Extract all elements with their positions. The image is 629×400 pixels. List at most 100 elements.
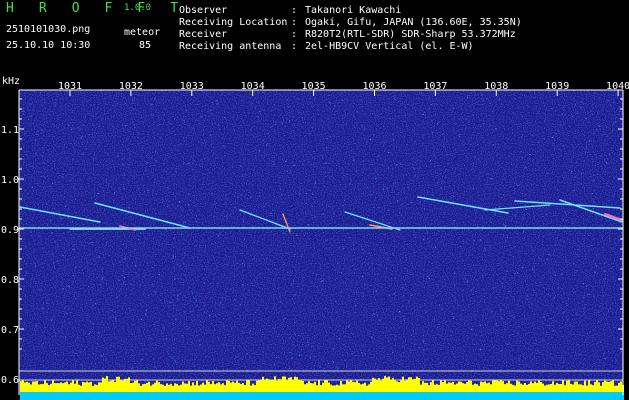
noise-speckle — [355, 299, 357, 300]
noise-speckle — [133, 268, 135, 270]
noise-speckle — [462, 260, 464, 262]
noise-speckle — [374, 199, 376, 201]
level-bar-base — [322, 392, 324, 400]
noise-speckle — [313, 246, 315, 248]
noise-speckle — [130, 111, 132, 113]
noise-speckle — [526, 209, 527, 210]
noise-speckle — [366, 286, 368, 288]
noise-speckle — [612, 123, 614, 125]
noise-speckle — [336, 337, 338, 339]
noise-speckle — [98, 256, 100, 258]
noise-speckle — [487, 261, 489, 262]
noise-speckle — [595, 352, 597, 354]
noise-speckle — [548, 271, 550, 273]
noise-speckle — [375, 178, 377, 179]
level-bar-base — [304, 392, 306, 400]
noise-speckle — [72, 110, 74, 111]
level-bar-base — [108, 392, 110, 400]
noise-speckle — [274, 268, 276, 270]
noise-speckle — [479, 173, 481, 175]
noise-speckle — [486, 98, 488, 100]
noise-speckle — [134, 198, 136, 200]
noise-speckle — [393, 145, 395, 147]
noise-speckle — [361, 170, 362, 172]
noise-speckle — [426, 310, 428, 312]
noise-speckle — [58, 94, 60, 96]
noise-speckle — [227, 93, 229, 95]
level-bar — [532, 383, 534, 392]
noise-speckle — [129, 157, 131, 159]
noise-speckle — [42, 307, 44, 309]
noise-speckle — [216, 283, 218, 285]
noise-speckle — [124, 97, 126, 99]
noise-speckle — [241, 263, 243, 265]
noise-speckle — [58, 119, 59, 120]
level-bar-base — [450, 392, 452, 400]
noise-speckle — [273, 160, 275, 162]
noise-speckle — [209, 166, 211, 168]
noise-speckle — [376, 330, 378, 331]
level-bar — [582, 385, 584, 392]
level-bar — [562, 380, 564, 392]
noise-speckle — [573, 292, 574, 294]
noise-speckle — [156, 102, 158, 104]
noise-speckle — [181, 233, 183, 235]
noise-speckle — [30, 166, 32, 167]
noise-speckle — [481, 274, 483, 276]
level-bar — [402, 376, 404, 392]
noise-speckle — [608, 229, 610, 231]
level-bar — [250, 385, 252, 392]
noise-speckle — [573, 263, 575, 265]
level-bar-base — [456, 392, 458, 400]
level-bar — [556, 382, 558, 392]
level-bar — [614, 385, 616, 392]
noise-speckle — [209, 272, 211, 274]
noise-speckle — [587, 293, 589, 295]
level-bar — [356, 380, 358, 392]
noise-speckle — [348, 325, 350, 327]
noise-speckle — [72, 158, 74, 160]
noise-speckle — [420, 105, 422, 107]
noise-speckle — [490, 217, 492, 219]
level-bar — [370, 381, 372, 392]
noise-speckle — [392, 351, 394, 353]
noise-speckle — [412, 106, 414, 108]
noise-speckle — [570, 172, 572, 174]
noise-speckle — [501, 318, 503, 320]
noise-speckle — [350, 149, 352, 151]
noise-speckle — [250, 103, 252, 105]
level-bar-base — [26, 392, 28, 400]
noise-speckle — [343, 282, 345, 284]
level-bar-base — [552, 392, 554, 400]
level-bar-base — [394, 392, 396, 400]
level-bar-base — [132, 392, 134, 400]
info-value: Ogaki, Gifu, JAPAN (136.60E, 35.35N) — [305, 17, 522, 28]
noise-speckle — [480, 153, 482, 155]
level-bar-base — [504, 392, 506, 400]
noise-speckle — [335, 164, 337, 166]
level-bar — [226, 380, 228, 392]
level-bar — [414, 378, 416, 392]
noise-speckle — [182, 262, 184, 264]
noise-speckle — [171, 290, 173, 291]
noise-speckle — [301, 255, 303, 257]
noise-speckle — [257, 120, 259, 122]
noise-speckle — [71, 352, 73, 354]
level-bar — [502, 381, 504, 392]
noise-speckle — [214, 329, 216, 331]
noise-speckle — [91, 263, 93, 265]
noise-speckle — [552, 182, 553, 184]
noise-speckle — [373, 308, 375, 310]
level-bar-base — [488, 392, 490, 400]
noise-speckle — [204, 251, 206, 253]
level-bar-base — [310, 392, 312, 400]
noise-speckle — [283, 147, 284, 149]
noise-speckle — [171, 301, 173, 303]
level-bar-base — [454, 392, 456, 400]
level-bar — [384, 376, 386, 392]
noise-speckle — [57, 196, 59, 198]
noise-speckle — [503, 193, 505, 195]
noise-speckle — [437, 123, 439, 125]
noise-speckle — [242, 330, 244, 332]
level-bar — [264, 379, 266, 392]
